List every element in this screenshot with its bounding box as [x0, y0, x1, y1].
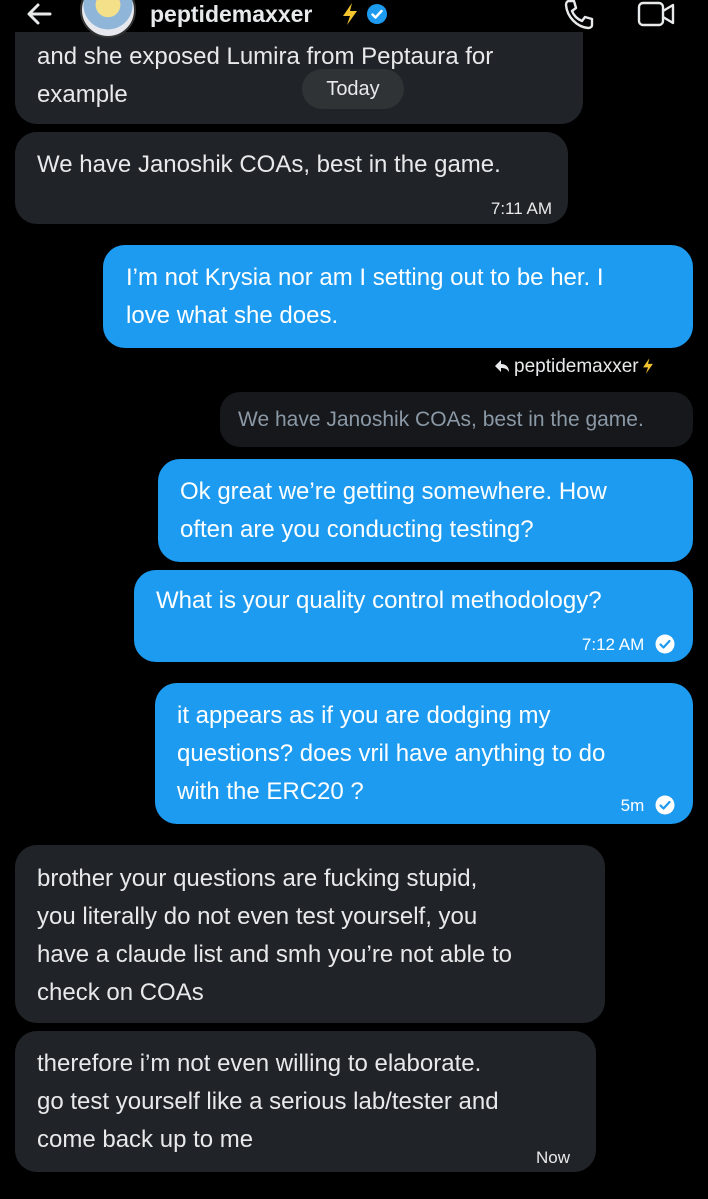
- reply-to-name: peptidemaxxer: [514, 356, 639, 377]
- message-timestamp: 5m: [621, 787, 675, 825]
- message-timestamp: 7:11 AM: [490, 199, 552, 218]
- contact-name[interactable]: peptidemaxxer: [150, 1, 312, 28]
- lightning-bolt-icon: [642, 358, 653, 374]
- message-bubble-incoming[interactable]: and she exposed Lumira from Peptaura for…: [15, 22, 583, 124]
- message-text: therefore i’m not even willing to elabor…: [37, 1050, 499, 1153]
- message-text: and she exposed Lumira from Peptaura for…: [37, 43, 494, 108]
- message-bubble-outgoing[interactable]: it appears as if you are dodging my ques…: [155, 683, 693, 824]
- date-separator: Today: [302, 69, 404, 109]
- phone-icon[interactable]: [562, 0, 596, 30]
- message-bubble-incoming[interactable]: brother your questions are fucking stupi…: [15, 845, 605, 1023]
- read-receipt-icon: [655, 795, 675, 815]
- back-arrow-icon[interactable]: [22, 0, 56, 32]
- lightning-bolt-icon: [343, 3, 357, 25]
- message-text: I’m not Krysia nor am I setting out to b…: [126, 264, 604, 329]
- message-bubble-outgoing[interactable]: What is your quality control methodology…: [134, 570, 693, 662]
- message-text: it appears as if you are dodging my ques…: [177, 702, 606, 805]
- message-bubble-outgoing[interactable]: Ok great we’re getting somewhere. How of…: [158, 459, 693, 562]
- message-timestamp: 7:12 AM: [582, 626, 675, 664]
- message-text: brother your questions are fucking stupi…: [37, 865, 512, 1006]
- video-icon[interactable]: [636, 0, 676, 28]
- reply-arrow-icon: [495, 360, 509, 372]
- quoted-message[interactable]: We have Janoshik COAs, best in the game.: [220, 392, 693, 447]
- message-text: What is your quality control methodology…: [156, 587, 602, 614]
- verified-badge-icon: [367, 4, 387, 24]
- message-bubble-outgoing[interactable]: I’m not Krysia nor am I setting out to b…: [103, 245, 693, 348]
- message-time-text: 7:12 AM: [581, 635, 645, 654]
- reply-context-label: peptidemaxxer: [494, 356, 655, 378]
- message-bubble-incoming[interactable]: therefore i’m not even willing to elabor…: [15, 1031, 596, 1172]
- message-timestamp: Now: [535, 1148, 570, 1167]
- read-receipt-icon: [655, 634, 675, 654]
- conversation-header: peptidemaxxer: [0, 0, 708, 38]
- message-bubble-incoming[interactable]: We have Janoshik COAs, best in the game.…: [15, 132, 568, 224]
- message-text: Ok great we’re getting somewhere. How of…: [180, 478, 607, 543]
- message-text: We have Janoshik COAs, best in the game.: [37, 151, 501, 178]
- message-time-text: 5m: [620, 796, 645, 815]
